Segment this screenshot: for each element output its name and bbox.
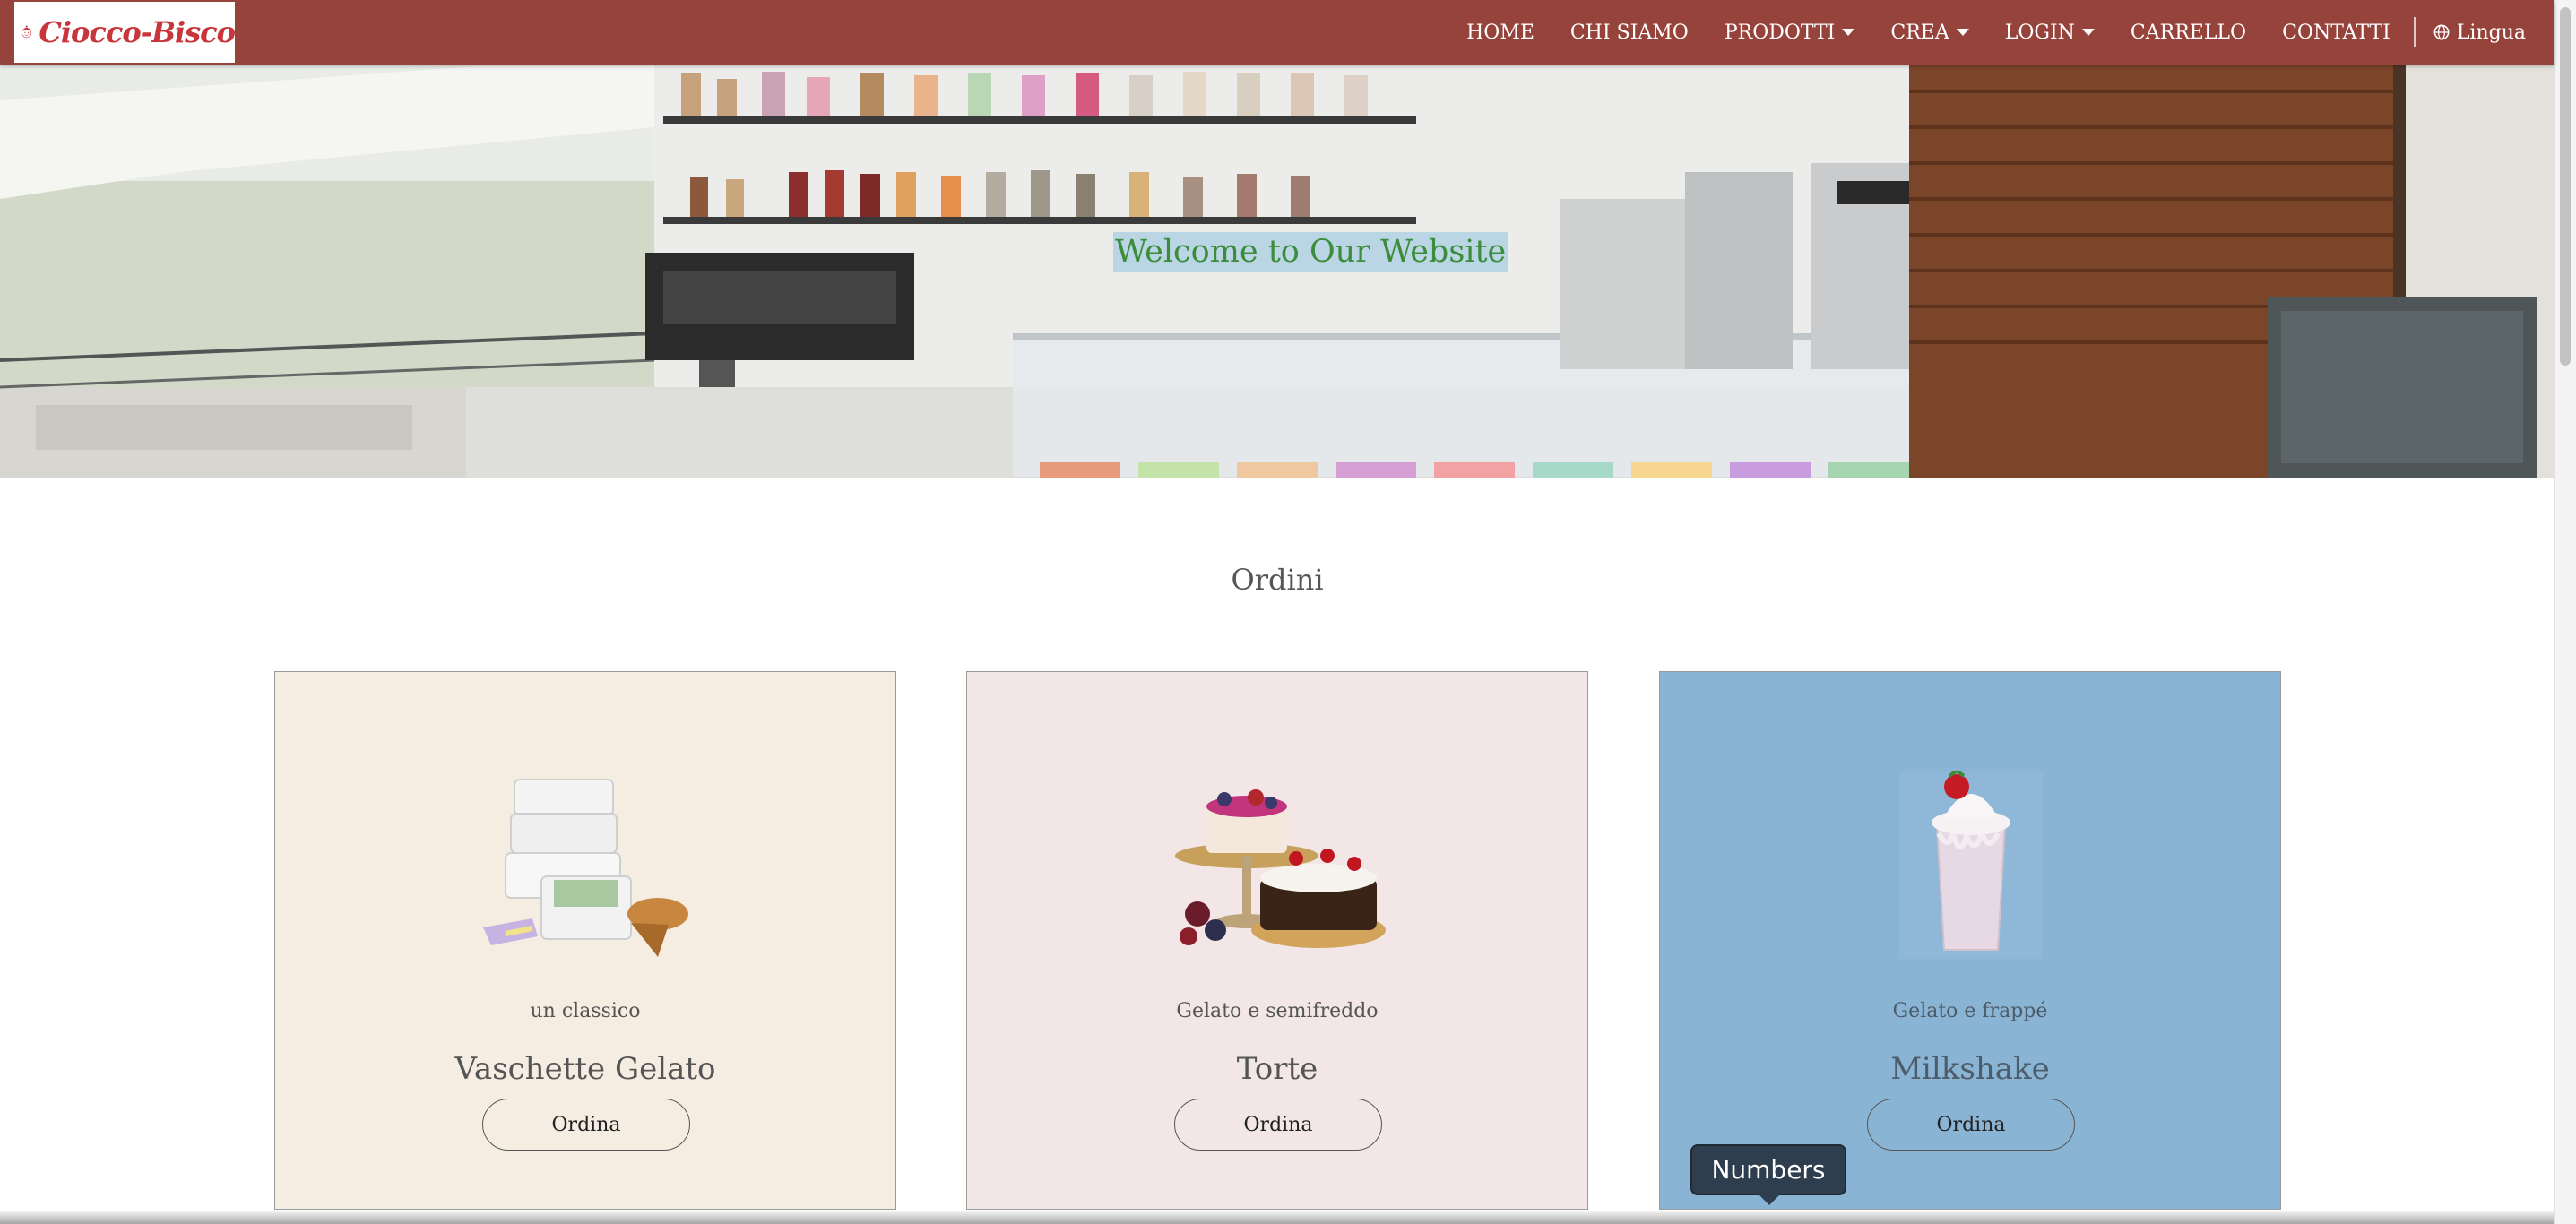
nav-home[interactable]: HOME	[1448, 22, 1552, 44]
nav-carrello-label: CARRELLO	[2130, 21, 2247, 44]
card-subtitle: Gelato e semifreddo	[1176, 1000, 1379, 1022]
hero-title: Welcome to Our Website	[1113, 232, 1508, 272]
dock-tooltip: Numbers	[1690, 1144, 1846, 1195]
navbar: Ciocco-Bisco HOME CHI SIAMO PRODOTTI CRE…	[0, 0, 2554, 65]
brand-name: Ciocco-Bisco	[39, 15, 236, 49]
hero-banner: Welcome to Our Website	[0, 65, 2554, 478]
caret-down-icon	[2081, 29, 2095, 36]
nav-home-label: HOME	[1466, 21, 1534, 44]
nav-crea[interactable]: CREA	[1872, 22, 1986, 44]
nav-chi-siamo[interactable]: CHI SIAMO	[1552, 22, 1707, 44]
card-subtitle: un classico	[530, 1000, 641, 1022]
order-card-vaschette: un classico Vaschette Gelato Ordina	[274, 671, 896, 1210]
brand-logo[interactable]: Ciocco-Bisco	[14, 2, 236, 63]
nav-divider	[2413, 17, 2416, 47]
card-title: Milkshake	[1890, 1051, 2050, 1087]
nav-login[interactable]: LOGIN	[1987, 22, 2113, 44]
order-card-milkshake: Gelato e frappé Milkshake Ordina	[1659, 671, 2281, 1210]
ice-cream-mascot-icon	[22, 25, 32, 39]
ice-cream-tubs-image	[483, 779, 688, 957]
ordina-button[interactable]: Ordina	[1174, 1099, 1382, 1151]
section-title: Ordini	[1231, 563, 1324, 597]
nav-login-label: LOGIN	[2004, 21, 2075, 44]
scrollbar-thumb[interactable]	[2560, 7, 2571, 366]
dock-edge	[0, 1211, 2554, 1224]
card-title: Torte	[1236, 1051, 1318, 1087]
caret-down-icon	[1956, 29, 1969, 36]
nav-carrello[interactable]: CARRELLO	[2113, 22, 2264, 44]
card-title: Vaschette Gelato	[454, 1051, 716, 1087]
main-nav: HOME CHI SIAMO PRODOTTI CREA LOGIN CARRE…	[1448, 0, 2526, 65]
nav-language[interactable]: Lingua	[2421, 22, 2526, 44]
globe-icon	[2433, 24, 2450, 40]
nav-prodotti[interactable]: PRODOTTI	[1707, 22, 1873, 44]
nav-contatti[interactable]: CONTATTI	[2264, 22, 2408, 44]
page-scrollbar[interactable]	[2554, 0, 2576, 1224]
cakes-image	[1175, 789, 1386, 948]
ordina-button[interactable]: Ordina	[482, 1099, 690, 1151]
nav-contatti-label: CONTATTI	[2282, 21, 2390, 44]
caret-down-icon	[1842, 29, 1855, 36]
tooltip-arrow	[1759, 1194, 1780, 1205]
nav-prodotti-label: PRODOTTI	[1724, 21, 1836, 44]
order-card-torte: Gelato e semifreddo Torte Ordina	[966, 671, 1588, 1210]
ordina-button[interactable]: Ordina	[1867, 1099, 2075, 1151]
nav-crea-label: CREA	[1890, 21, 1949, 44]
card-subtitle: Gelato e frappé	[1892, 1000, 2048, 1022]
milkshake-image	[1899, 771, 2043, 959]
nav-language-label: Lingua	[2456, 21, 2526, 44]
nav-chi-siamo-label: CHI SIAMO	[1569, 21, 1689, 44]
